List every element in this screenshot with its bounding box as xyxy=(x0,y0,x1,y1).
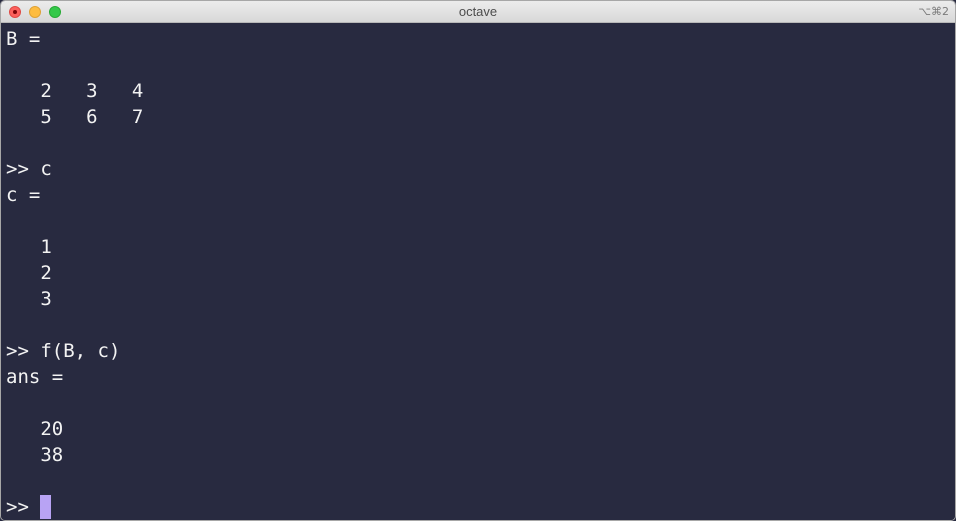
terminal-line: >> c xyxy=(6,158,52,180)
terminal-line: 20 xyxy=(6,418,64,440)
prompt-symbol: >> xyxy=(6,496,29,518)
window-title: octave xyxy=(458,4,498,19)
terminal-line: 5 6 7 xyxy=(6,106,144,128)
text-cursor xyxy=(39,495,51,519)
terminal-line: c = xyxy=(6,184,41,206)
terminal-line: 2 3 4 xyxy=(6,80,144,102)
terminal-output[interactable]: B = 2 3 4 5 6 7 >> c c = 1 2 3 >> f(B, c… xyxy=(1,23,955,520)
command-prompt[interactable]: >> xyxy=(6,494,955,520)
window-shortcut: ⌥⌘2 xyxy=(918,5,949,18)
terminal-line: B = xyxy=(6,28,41,50)
title-bar[interactable]: octave ⌥⌘2 xyxy=(1,1,955,23)
terminal-line: 1 xyxy=(6,236,52,258)
terminal-window: octave ⌥⌘2 B = 2 3 4 5 6 7 >> c c = 1 2 … xyxy=(0,0,956,521)
terminal-line: >> f(B, c) xyxy=(6,340,121,362)
terminal-line: 3 xyxy=(6,288,52,310)
terminal-line: ans = xyxy=(6,366,64,388)
terminal-line: 2 xyxy=(6,262,52,284)
terminal-line: 38 xyxy=(6,444,64,466)
